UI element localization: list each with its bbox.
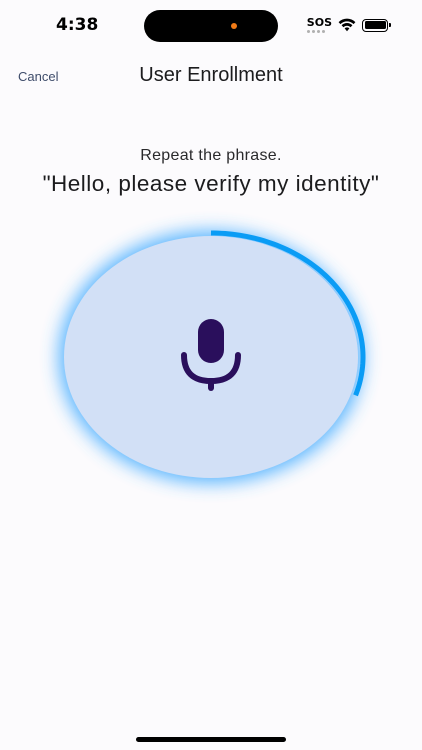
record-button[interactable] <box>64 236 358 478</box>
instruction-text: Repeat the phrase. <box>140 147 282 164</box>
dynamic-island <box>144 10 278 42</box>
sos-label: SOS <box>306 16 332 29</box>
signal-dots-icon <box>306 30 325 33</box>
home-indicator[interactable] <box>136 737 286 742</box>
phrase-text: "Hello, please verify my identity" <box>42 171 380 196</box>
status-time: 4:38 <box>56 15 99 35</box>
page-title: User Enrollment <box>0 64 422 87</box>
battery-icon <box>362 18 391 32</box>
wifi-icon <box>338 18 356 32</box>
activity-indicator-dot <box>231 23 237 29</box>
page-title-text: User Enrollment <box>139 64 283 86</box>
status-bar: 4:38 SOS <box>0 0 422 52</box>
recorder <box>0 0 422 750</box>
sos-indicator: SOS <box>306 16 332 33</box>
status-indicators: SOS <box>306 16 391 34</box>
